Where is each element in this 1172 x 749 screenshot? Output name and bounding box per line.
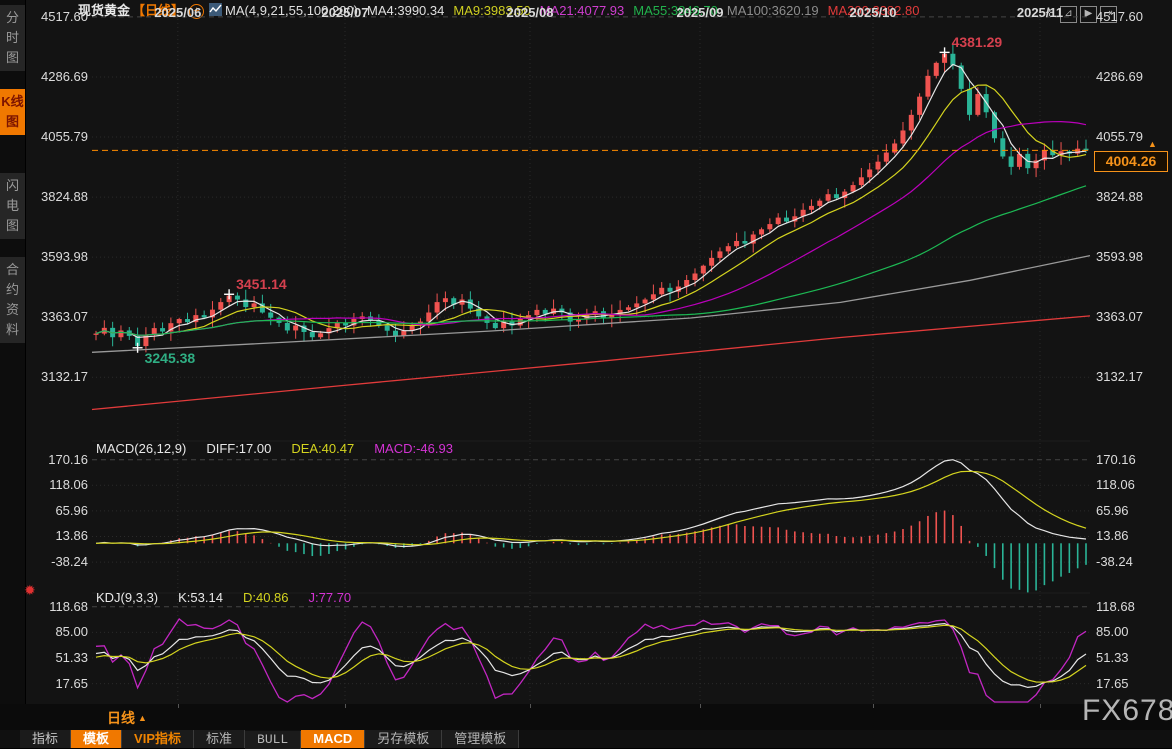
- price-axis-label-left: 4055.79: [26, 129, 88, 144]
- macd-axis-label-right: 65.96: [1096, 503, 1129, 518]
- axis-tick: [530, 704, 531, 708]
- month-label-2025/06: 2025/06: [138, 5, 218, 20]
- price-axis-label-left: 4286.69: [26, 69, 88, 84]
- macd-axis-label-right: 13.86: [1096, 528, 1129, 543]
- footer-tab-7[interactable]: 另存模板: [365, 730, 442, 748]
- price-axis-label-left: 3132.17: [26, 369, 88, 384]
- price-axis-label-left: 4517.60: [26, 9, 88, 24]
- footer-tab-5[interactable]: BULL: [245, 731, 301, 749]
- kdj-axis-label-left: 118.68: [26, 599, 88, 614]
- price-axis-label-right: 3593.98: [1096, 249, 1143, 264]
- price-axis-label-right: 4517.60: [1096, 9, 1143, 24]
- month-label-2025/07: 2025/07: [305, 5, 385, 20]
- macd-axis-label-left: 13.86: [26, 528, 88, 543]
- chart-canvas[interactable]: [0, 0, 1172, 748]
- macd-indicator-label[interactable]: MACD(26,12,9) DIFF:17.00 DEA:40.47 MACD:-46…: [96, 441, 473, 456]
- kdj-axis-label-left: 85.00: [26, 624, 88, 639]
- trading-app: 分时图K线图闪电图合约资料 现货黄金【日线】+MA(4,9,21,55,100,…: [0, 0, 1172, 748]
- current-price-tag: 4004.26: [1094, 151, 1168, 172]
- price-axis-label-left: 3363.07: [26, 309, 88, 324]
- kdj-indicator-label[interactable]: KDJ(9,3,3) K:53.14 D:40.86 J:77.70: [96, 590, 371, 605]
- axis-tick: [873, 704, 874, 708]
- month-label-2025/09: 2025/09: [660, 5, 740, 20]
- triangle-up-icon: ▲: [138, 713, 147, 723]
- price-annotation: 3245.38: [145, 350, 196, 366]
- footer-tab-2[interactable]: 模板: [71, 730, 122, 748]
- price-axis-label-right: 3132.17: [1096, 369, 1143, 384]
- kdj-axis-label-right: 17.65: [1096, 676, 1129, 691]
- kdj-axis-label-right: 51.33: [1096, 650, 1129, 665]
- footer-tab-6[interactable]: MACD: [301, 730, 365, 748]
- macd-axis-label-left: 118.06: [26, 477, 88, 492]
- axis-tick: [700, 704, 701, 708]
- time-axis: 日线▲: [0, 704, 1172, 730]
- indicator-tab-bar: 指标模板VIP指标标准BULLMACD另存模板管理模板: [0, 730, 1172, 748]
- macd-axis-label-left: 65.96: [26, 503, 88, 518]
- footer-tab-1[interactable]: 指标: [20, 730, 71, 748]
- price-arrow-icon: ▲: [1148, 139, 1157, 149]
- footer-tab-8[interactable]: 管理模板: [442, 730, 519, 748]
- month-label-2025/11: 2025/11: [1000, 5, 1080, 20]
- interval-selector[interactable]: 日线▲: [107, 708, 147, 728]
- month-label-2025/10: 2025/10: [833, 5, 913, 20]
- footer-tab-4[interactable]: 标准: [194, 730, 245, 748]
- indicator-value: DEA:40.47: [291, 441, 354, 456]
- price-axis-label-right: 4055.79: [1096, 129, 1143, 144]
- watermark: FX678: [1082, 694, 1172, 728]
- price-axis-label-right: 3363.07: [1096, 309, 1143, 324]
- kdj-axis-label-right: 85.00: [1096, 624, 1129, 639]
- macd-axis-label-left: 170.16: [26, 452, 88, 467]
- macd-params: MACD(26,12,9): [96, 441, 186, 456]
- footer-tab-3[interactable]: VIP指标: [122, 730, 194, 748]
- kdj-axis-label-right: 118.68: [1096, 599, 1135, 614]
- macd-axis-label-right: -38.24: [1096, 554, 1133, 569]
- indicator-value: MACD:-46.93: [374, 441, 453, 456]
- price-axis-label-right: 3824.88: [1096, 189, 1143, 204]
- axis-tick: [1040, 704, 1041, 708]
- macd-axis-label-left: -38.24: [26, 554, 88, 569]
- indicator-value: K:53.14: [178, 590, 223, 605]
- month-label-2025/08: 2025/08: [490, 5, 570, 20]
- kdj-axis-label-left: 51.33: [26, 650, 88, 665]
- price-axis-label-right: 4286.69: [1096, 69, 1143, 84]
- macd-axis-label-right: 170.16: [1096, 452, 1136, 467]
- axis-tick: [178, 704, 179, 708]
- kdj-axis-label-left: 17.65: [26, 676, 88, 691]
- alert-icon[interactable]: ✹: [24, 582, 36, 599]
- macd-axis-label-right: 118.06: [1096, 477, 1135, 492]
- indicator-value: D:40.86: [243, 590, 289, 605]
- axis-tick: [345, 704, 346, 708]
- kdj-params: KDJ(9,3,3): [96, 590, 158, 605]
- price-annotation: 3451.14: [236, 276, 287, 292]
- indicator-value: DIFF:17.00: [206, 441, 271, 456]
- price-axis-label-left: 3824.88: [26, 189, 88, 204]
- price-axis-label-left: 3593.98: [26, 249, 88, 264]
- indicator-value: J:77.70: [309, 590, 352, 605]
- price-annotation: 4381.29: [952, 34, 1003, 50]
